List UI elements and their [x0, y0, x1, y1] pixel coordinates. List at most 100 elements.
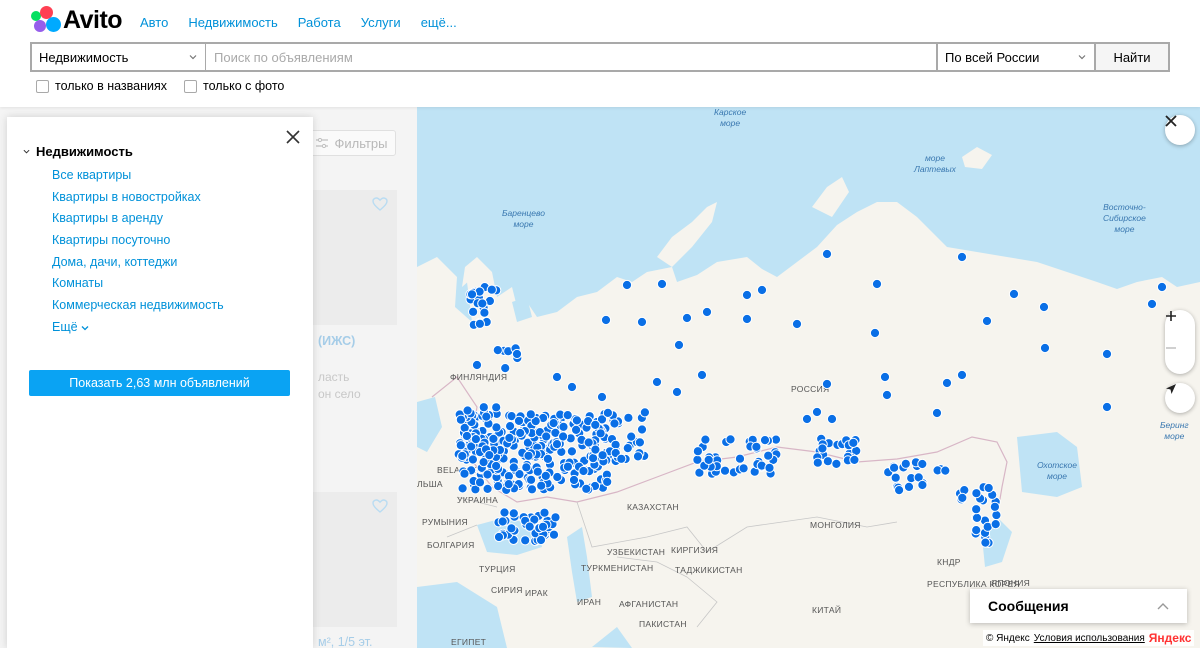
nav-services[interactable]: Услуги	[361, 15, 401, 30]
listing-pin[interactable]	[989, 501, 1001, 512]
listing-pin[interactable]	[455, 414, 467, 425]
listing-pin[interactable]	[696, 369, 708, 381]
listing-pin[interactable]	[506, 523, 517, 534]
listing-pin[interactable]	[917, 479, 928, 491]
listing-pin[interactable]	[457, 483, 468, 494]
listing-pin[interactable]	[511, 348, 523, 360]
listing-pin[interactable]	[1156, 281, 1168, 293]
listing-pin[interactable]	[491, 460, 502, 472]
zoom-in-button[interactable]	[1165, 310, 1195, 342]
listing-pin[interactable]	[595, 428, 606, 439]
listing-pin[interactable]	[468, 306, 479, 317]
listing-pin[interactable]	[470, 434, 482, 445]
listing-pin[interactable]	[457, 450, 468, 462]
listing-pin[interactable]	[499, 507, 510, 518]
listing-pin[interactable]	[478, 402, 489, 413]
find-button[interactable]: Найти	[1096, 44, 1168, 70]
listing-pin[interactable]	[741, 289, 753, 301]
listing-pin[interactable]	[459, 468, 470, 479]
category-more-link[interactable]: Ещё	[52, 317, 224, 339]
nav-auto[interactable]: Авто	[140, 15, 168, 30]
listing-pin[interactable]	[492, 345, 503, 356]
listing-pin[interactable]	[1146, 298, 1158, 310]
listing-pin[interactable]	[791, 318, 803, 330]
listing-pin[interactable]	[540, 470, 551, 481]
listing-pin[interactable]	[461, 430, 473, 442]
listing-pins[interactable]	[417, 107, 1200, 648]
listing-pin[interactable]	[609, 418, 620, 429]
listing-pin[interactable]	[990, 519, 1001, 530]
map-close-button[interactable]	[1165, 115, 1195, 145]
listing-pin[interactable]	[590, 419, 601, 430]
listing-pin[interactable]	[541, 431, 552, 442]
nav-realty[interactable]: Недвижимость	[188, 15, 277, 30]
listing-pin[interactable]	[971, 488, 982, 499]
listing-pin[interactable]	[817, 443, 828, 454]
listing-pin[interactable]	[477, 298, 488, 309]
listing-pin[interactable]	[831, 458, 842, 469]
listing-pin[interactable]	[616, 453, 627, 464]
listing-pin[interactable]	[751, 441, 762, 452]
listing-pin[interactable]	[581, 483, 592, 494]
listing-pin[interactable]	[526, 484, 538, 495]
listing-pin[interactable]	[632, 451, 644, 462]
listing-pin[interactable]	[734, 453, 746, 464]
listing-pin[interactable]	[542, 453, 553, 464]
region-select[interactable]: По всей России	[938, 44, 1094, 70]
listing-pin[interactable]	[700, 434, 711, 445]
listing-pin[interactable]	[488, 433, 499, 444]
listing-pin[interactable]	[983, 482, 994, 494]
terms-link[interactable]: Условия использования	[1034, 633, 1145, 644]
listing-pin[interactable]	[1101, 401, 1113, 413]
listing-pin[interactable]	[526, 474, 537, 485]
listing-pin[interactable]	[484, 450, 495, 461]
listing-pin[interactable]	[558, 421, 569, 432]
listing-pin[interactable]	[523, 450, 534, 461]
listing-pin[interactable]	[639, 407, 650, 418]
listing-pin[interactable]	[636, 316, 648, 328]
listing-pin[interactable]	[568, 474, 580, 486]
listing-pin[interactable]	[1008, 288, 1020, 300]
listing-pin[interactable]	[801, 413, 813, 425]
listing-pin[interactable]	[566, 381, 578, 393]
panel-heading[interactable]: Недвижимость	[23, 144, 133, 159]
listing-pin[interactable]	[941, 377, 953, 389]
listing-pin[interactable]	[764, 462, 775, 473]
listing-pin[interactable]	[578, 465, 589, 477]
listing-pin[interactable]	[520, 535, 531, 546]
listing-pin[interactable]	[486, 284, 497, 295]
listing-pin[interactable]	[455, 440, 466, 451]
listing-pin[interactable]	[849, 454, 860, 465]
listing-pin[interactable]	[503, 479, 514, 490]
listing-pin[interactable]	[471, 359, 483, 371]
listing-pin[interactable]	[588, 453, 599, 464]
listing-pin[interactable]	[991, 510, 1002, 521]
listing-pin[interactable]	[596, 391, 608, 403]
listing-pin[interactable]	[956, 251, 968, 263]
listing-pin[interactable]	[548, 418, 559, 429]
listing-pin[interactable]	[1101, 348, 1113, 360]
listing-pin[interactable]	[504, 432, 515, 443]
listing-pin[interactable]	[871, 278, 883, 290]
listing-pin[interactable]	[890, 472, 901, 483]
category-link-houses[interactable]: Дома, дачи, коттеджи	[52, 252, 224, 274]
listing-pin[interactable]	[537, 521, 549, 532]
listing-pin[interactable]	[600, 314, 612, 326]
yandex-logo[interactable]: Яндекс	[1149, 631, 1192, 645]
listing-pin[interactable]	[971, 504, 982, 515]
listing-pin[interactable]	[466, 289, 478, 300]
chevron-up-icon[interactable]	[1157, 602, 1169, 610]
only-photo-checkbox[interactable]: только с фото	[184, 79, 284, 93]
listing-pin[interactable]	[505, 421, 516, 432]
listing-pin[interactable]	[656, 278, 668, 290]
listing-pin[interactable]	[692, 446, 703, 457]
listing-pin[interactable]	[931, 407, 943, 419]
listing-pin[interactable]	[651, 376, 663, 388]
listing-pin[interactable]	[622, 443, 633, 454]
listing-pin[interactable]	[551, 371, 563, 383]
listing-pin[interactable]	[508, 462, 519, 473]
listing-pin[interactable]	[671, 386, 683, 398]
category-link-all-flats[interactable]: Все квартиры	[52, 165, 224, 187]
listing-pin[interactable]	[738, 463, 749, 474]
listing-pin[interactable]	[623, 412, 634, 423]
